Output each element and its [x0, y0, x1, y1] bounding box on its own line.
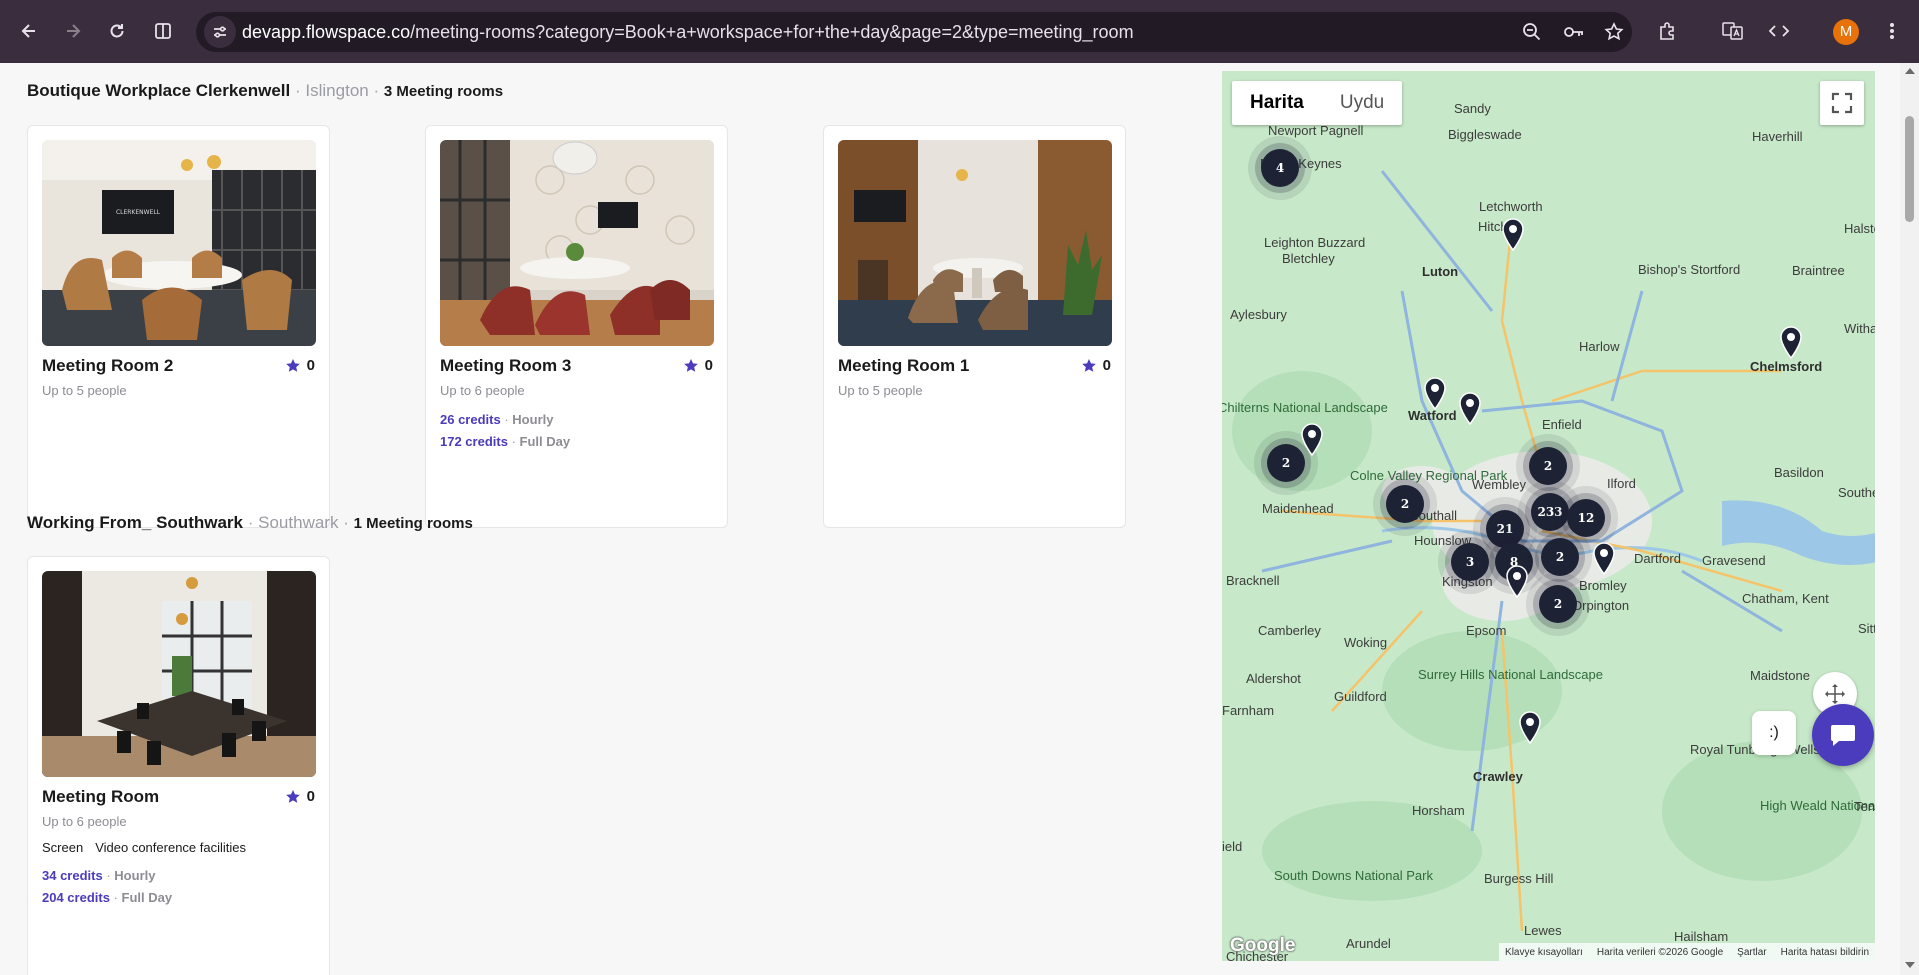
map[interactable]: Newport Pagnell Bletchley Milton Keynes …: [1222, 71, 1875, 961]
amenity: Video conference facilities: [95, 840, 246, 855]
room-photo[interactable]: [440, 140, 714, 346]
url-text[interactable]: devapp.flowspace.co/meeting-rooms?catego…: [242, 12, 1134, 52]
map-cluster[interactable]: 2: [1539, 585, 1577, 623]
google-logo: Google: [1230, 935, 1296, 956]
room-capacity: Up to 5 people: [838, 383, 923, 398]
room-capacity: Up to 5 people: [42, 383, 127, 398]
password-key-icon[interactable]: [1562, 20, 1586, 44]
scroll-up-arrow-icon[interactable]: [1905, 68, 1915, 74]
map-cluster[interactable]: 233: [1531, 493, 1569, 531]
star-icon: [285, 358, 300, 372]
rating: 0: [683, 357, 713, 374]
browser-toolbar: devapp.flowspace.co/meeting-rooms?catego…: [0, 0, 1919, 63]
feedback-widget[interactable]: :): [1752, 711, 1796, 755]
rating: 0: [285, 357, 315, 374]
price-hourly: 34 credits · Hourly: [42, 868, 156, 883]
back-icon[interactable]: [12, 14, 46, 48]
room-capacity: Up to 6 people: [42, 814, 127, 829]
map-cluster[interactable]: 4: [1261, 149, 1299, 187]
bookmark-star-icon[interactable]: [1602, 20, 1626, 44]
map-cluster[interactable]: 2: [1386, 485, 1424, 523]
forward-icon[interactable]: [56, 14, 90, 48]
report-error-link[interactable]: Harita hatası bildirin: [1781, 947, 1869, 958]
terms-link[interactable]: Şartlar: [1737, 947, 1766, 958]
amenities: Screen Video conference facilities: [42, 840, 246, 855]
scrollbar-thumb[interactable]: [1905, 116, 1914, 222]
devtools-code-icon[interactable]: [1764, 16, 1794, 46]
room-title[interactable]: Meeting Room 2: [42, 356, 173, 376]
space-area: Islington: [305, 81, 369, 100]
map-pin[interactable]: [1300, 422, 1324, 456]
space-header-clerkenwell: Boutique Workplace Clerkenwell · Islingt…: [27, 81, 504, 100]
map-type-toggle: Harita Uydu: [1232, 81, 1403, 125]
price-hourly: 26 credits · Hourly: [440, 412, 554, 427]
fullscreen-icon[interactable]: [1820, 81, 1864, 125]
star-icon: [1081, 358, 1096, 372]
map-pin[interactable]: [1458, 391, 1482, 425]
rating: 0: [1081, 357, 1111, 374]
room-capacity: Up to 6 people: [440, 383, 525, 398]
map-cluster[interactable]: 2: [1541, 538, 1579, 576]
map-pin[interactable]: [1501, 217, 1525, 251]
room-photo[interactable]: CLERKENWELL: [42, 140, 316, 346]
map-pin[interactable]: [1592, 541, 1616, 575]
rating-value: 0: [1102, 357, 1111, 374]
room-title[interactable]: Meeting Room 3: [440, 356, 571, 376]
zoom-out-icon[interactable]: [1520, 20, 1544, 44]
amenity: Screen: [42, 840, 84, 855]
room-photo[interactable]: [838, 140, 1112, 346]
room-card[interactable]: Meeting Room 0 Up to 6 people Screen Vide…: [27, 556, 330, 975]
map-pin[interactable]: [1779, 325, 1803, 359]
map-data-text: Harita verileri ©2026 Google: [1596, 946, 1724, 958]
split-view-icon[interactable]: [146, 14, 180, 48]
map-cluster[interactable]: 2: [1529, 447, 1567, 485]
keyboard-shortcuts-link[interactable]: Klavye kısayolları: [1505, 947, 1583, 958]
map-pin[interactable]: [1518, 710, 1542, 744]
room-count: 1 Meeting rooms: [353, 515, 473, 532]
rating-value: 0: [306, 788, 315, 805]
room-title[interactable]: Meeting Room: [42, 787, 159, 807]
room-title[interactable]: Meeting Room 1: [838, 356, 969, 376]
tab-map[interactable]: Harita: [1232, 81, 1322, 125]
room-card[interactable]: Meeting Room 1 0 Up to 5 people: [823, 125, 1126, 528]
menu-kebab-icon[interactable]: [1880, 16, 1904, 46]
reload-icon[interactable]: [100, 14, 134, 48]
map-cluster[interactable]: 12: [1567, 499, 1605, 537]
page-content: Boutique Workplace Clerkenwell · Islingt…: [0, 63, 1919, 975]
space-area: Southwark: [258, 513, 339, 532]
rating-value: 0: [306, 357, 315, 374]
translate-icon[interactable]: [1718, 16, 1748, 46]
tab-satellite[interactable]: Uydu: [1322, 81, 1402, 125]
room-card[interactable]: CLERKENWELL Meeting Room 2 0 Up to 5 peo…: [27, 125, 330, 528]
chat-button[interactable]: [1812, 704, 1874, 766]
rating-value: 0: [704, 357, 713, 374]
star-icon: [285, 789, 300, 803]
space-name[interactable]: Boutique Workplace Clerkenwell: [27, 81, 290, 100]
rating: 0: [285, 788, 315, 805]
svg-text:CLERKENWELL: CLERKENWELL: [116, 209, 161, 216]
room-count: 3 Meeting rooms: [383, 83, 504, 100]
map-pin[interactable]: [1423, 376, 1447, 410]
price-full-day: 204 credits · Full Day: [42, 890, 173, 905]
map-attribution: Klavye kısayolları Harita verileri ©2026…: [1499, 943, 1875, 961]
space-name[interactable]: Working From_ Southwark: [27, 513, 243, 532]
price-full-day: 172 credits · Full Day: [440, 434, 571, 449]
extensions-icon[interactable]: [1652, 16, 1682, 46]
room-photo[interactable]: [42, 571, 316, 777]
scroll-down-arrow-icon[interactable]: [1905, 962, 1915, 968]
room-card[interactable]: Meeting Room 3 0 Up to 6 people 26 credi…: [425, 125, 728, 528]
chat-bubble-icon: [1831, 725, 1855, 746]
star-icon: [683, 358, 698, 372]
space-header-southwark: Working From_ Southwark · Southwark · 1 …: [27, 513, 473, 532]
map-cluster[interactable]: 3: [1451, 543, 1489, 581]
site-info-icon[interactable]: [204, 16, 236, 48]
avatar[interactable]: M: [1833, 19, 1859, 45]
map-cluster[interactable]: 21: [1486, 510, 1524, 548]
map-pin[interactable]: [1505, 564, 1529, 598]
address-bar[interactable]: devapp.flowspace.co/meeting-rooms?catego…: [196, 12, 1632, 52]
